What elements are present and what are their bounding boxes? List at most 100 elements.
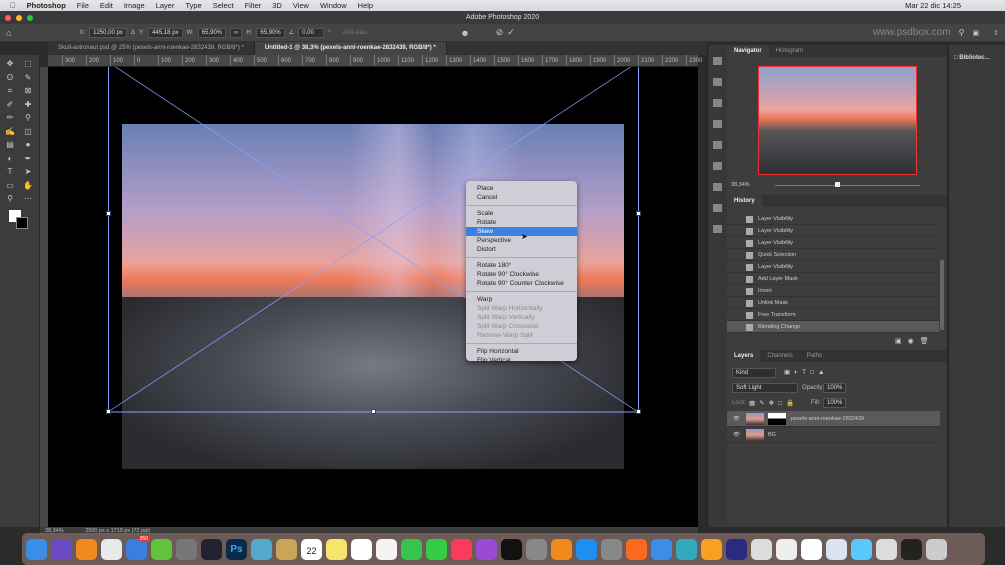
layer-row[interactable]: 👁 BG — [727, 427, 940, 443]
dock-files-icon[interactable] — [826, 538, 847, 560]
tab-histogram[interactable]: Histogram — [769, 45, 810, 57]
x-field[interactable]: 1250,00 px — [89, 27, 127, 38]
menu-item-place[interactable]: Place — [466, 184, 577, 193]
dock-photos-icon[interactable] — [376, 538, 397, 560]
type-tool-icon[interactable]: T — [5, 167, 15, 176]
dock-calendar-icon[interactable]: 22 — [301, 538, 322, 560]
visibility-eye-icon[interactable]: 👁 — [733, 432, 740, 438]
navigator-preview[interactable] — [758, 66, 917, 175]
libraries-button[interactable]: □ Bibliotec... — [954, 55, 1005, 61]
history-item[interactable]: Add Layer Mask — [727, 273, 939, 285]
menu-layer[interactable]: Layer — [156, 1, 175, 10]
dock-stickies-icon[interactable] — [326, 538, 347, 560]
clone-source-icon[interactable] — [713, 78, 722, 86]
dock-mail-icon[interactable] — [651, 538, 672, 560]
menu-edit[interactable]: Edit — [100, 1, 113, 10]
angle-field[interactable]: 0,00 — [298, 27, 325, 38]
tab-channels[interactable]: Channels — [760, 350, 799, 362]
paragraph-icon[interactable] — [713, 120, 722, 128]
tab-paths[interactable]: Paths — [800, 350, 829, 362]
menu-app[interactable]: Photoshop — [27, 1, 66, 10]
dock-activity-monitor-icon[interactable] — [201, 538, 222, 560]
history-scrollbar[interactable] — [940, 260, 944, 330]
cancel-transform-icon[interactable]: ⊘ — [496, 27, 504, 38]
dock-firefox-icon[interactable] — [626, 538, 647, 560]
transform-handle[interactable] — [636, 211, 641, 216]
layer-row[interactable]: 👁 pexels-anni-roenkae-2832439 — [727, 411, 940, 427]
menu-item-rotate-90-clockwise[interactable]: Rotate 90° Clockwise — [466, 270, 577, 279]
dock-podcasts-icon[interactable] — [476, 538, 497, 560]
healing-tool-icon[interactable]: ✚ — [23, 100, 33, 109]
menu-window[interactable]: Window — [320, 1, 347, 10]
dock-siri-icon[interactable] — [51, 538, 72, 560]
lasso-tool-icon[interactable]: ʘ — [5, 73, 15, 82]
properties-icon[interactable] — [713, 141, 722, 149]
adjustments-icon[interactable] — [713, 162, 722, 170]
stamp-tool-icon[interactable]: ⚲ — [23, 113, 33, 122]
dock-apple-tv-icon[interactable] — [501, 538, 522, 560]
dock-notes-icon[interactable] — [276, 538, 297, 560]
brush-settings-icon[interactable] — [713, 57, 722, 65]
path-select-tool-icon[interactable]: ➤ — [23, 167, 33, 176]
dock-trash-icon[interactable] — [926, 538, 947, 560]
menu-view[interactable]: View — [293, 1, 309, 10]
history-item[interactable]: Invert — [727, 285, 939, 297]
clock[interactable]: Mar 22 dic 14:25 — [905, 1, 961, 10]
menu-item-rotate-90-counter-clockwise[interactable]: Rotate 90° Counter Clockwise — [466, 279, 577, 288]
dock-vlc-icon[interactable] — [76, 538, 97, 560]
dock-terminal-icon[interactable] — [901, 538, 922, 560]
minimize-window-button[interactable] — [16, 15, 22, 21]
dock-preview-icon[interactable] — [251, 538, 272, 560]
transform-box[interactable] — [48, 67, 698, 527]
menu-item-flip-horizontal[interactable]: Flip Horizontal — [466, 347, 577, 356]
document-tab[interactable]: Untitled-1 @ 38,3% (pexels-anni-roenkae-… — [254, 42, 447, 55]
dock-photoshop-icon[interactable]: Ps — [226, 538, 247, 560]
puppet-icon[interactable]: ☻ — [460, 28, 469, 38]
menu-image[interactable]: Image — [124, 1, 145, 10]
visibility-eye-icon[interactable]: 👁 — [733, 416, 740, 422]
menu-item-warp[interactable]: Warp — [466, 295, 577, 304]
link-icon[interactable]: ∞ — [230, 27, 243, 38]
history-brush-tool-icon[interactable]: ✍ — [5, 127, 15, 136]
zoom-window-button[interactable] — [27, 15, 33, 21]
character-icon[interactable] — [713, 99, 722, 107]
libraries-icon[interactable] — [713, 225, 722, 233]
pen-tool-icon[interactable]: ✒ — [23, 154, 33, 163]
menu-item-cancel[interactable]: Cancel — [466, 193, 577, 202]
actions-icon[interactable] — [713, 183, 722, 191]
dock-reminders-icon[interactable] — [351, 538, 372, 560]
dodge-tool-icon[interactable]: ◐ — [5, 154, 15, 163]
dock-messages-icon[interactable] — [401, 538, 422, 560]
workspace-icon[interactable]: ▣ — [973, 29, 980, 37]
frame-tool-icon[interactable]: ⊠ — [23, 86, 33, 95]
menu-item-rotate[interactable]: Rotate — [466, 218, 577, 227]
search-icon[interactable]: ⚲ — [959, 28, 965, 37]
dock-finder-icon[interactable] — [26, 538, 47, 560]
dock-facetime-icon[interactable] — [426, 538, 447, 560]
menu-select[interactable]: Select — [213, 1, 234, 10]
dock-screenshot-icon[interactable] — [876, 538, 897, 560]
menu-item-flip-vertical[interactable]: Flip Vertical — [466, 356, 577, 365]
layer-filter-kind[interactable]: Kind — [732, 368, 776, 378]
dock-spark-icon[interactable]: 350 — [126, 535, 150, 560]
document-tab[interactable]: Skull-astronaut.psd @ 25% (pexels-anni-r… — [48, 42, 255, 55]
navigator-zoom-slider[interactable] — [775, 185, 920, 186]
eyedropper-tool-icon[interactable]: ✐ — [5, 100, 15, 109]
home-icon[interactable]: ⌂ — [6, 28, 11, 38]
info-icon[interactable] — [713, 204, 722, 212]
slider-thumb[interactable] — [835, 182, 840, 187]
dock-textedit-icon[interactable] — [801, 538, 822, 560]
history-item[interactable]: Layer Visibility — [727, 237, 939, 249]
y-field[interactable]: 445,18 px — [148, 27, 183, 38]
menu-help[interactable]: Help — [358, 1, 373, 10]
move-tool-icon[interactable]: ✥ — [5, 59, 15, 68]
tab-history[interactable]: History — [727, 195, 762, 207]
marquee-tool-icon[interactable]: ⬚ — [23, 59, 33, 68]
width-field[interactable]: 65,90% — [197, 27, 227, 38]
commit-transform-icon[interactable]: ✓ — [507, 27, 515, 38]
tab-layers[interactable]: Layers — [727, 350, 761, 362]
dock-illustrator-icon[interactable] — [701, 538, 722, 560]
dock-music-icon[interactable] — [451, 538, 472, 560]
height-field[interactable]: 65,90% — [256, 27, 285, 38]
antialias-checkbox[interactable]: Anti-alias — [343, 30, 368, 36]
